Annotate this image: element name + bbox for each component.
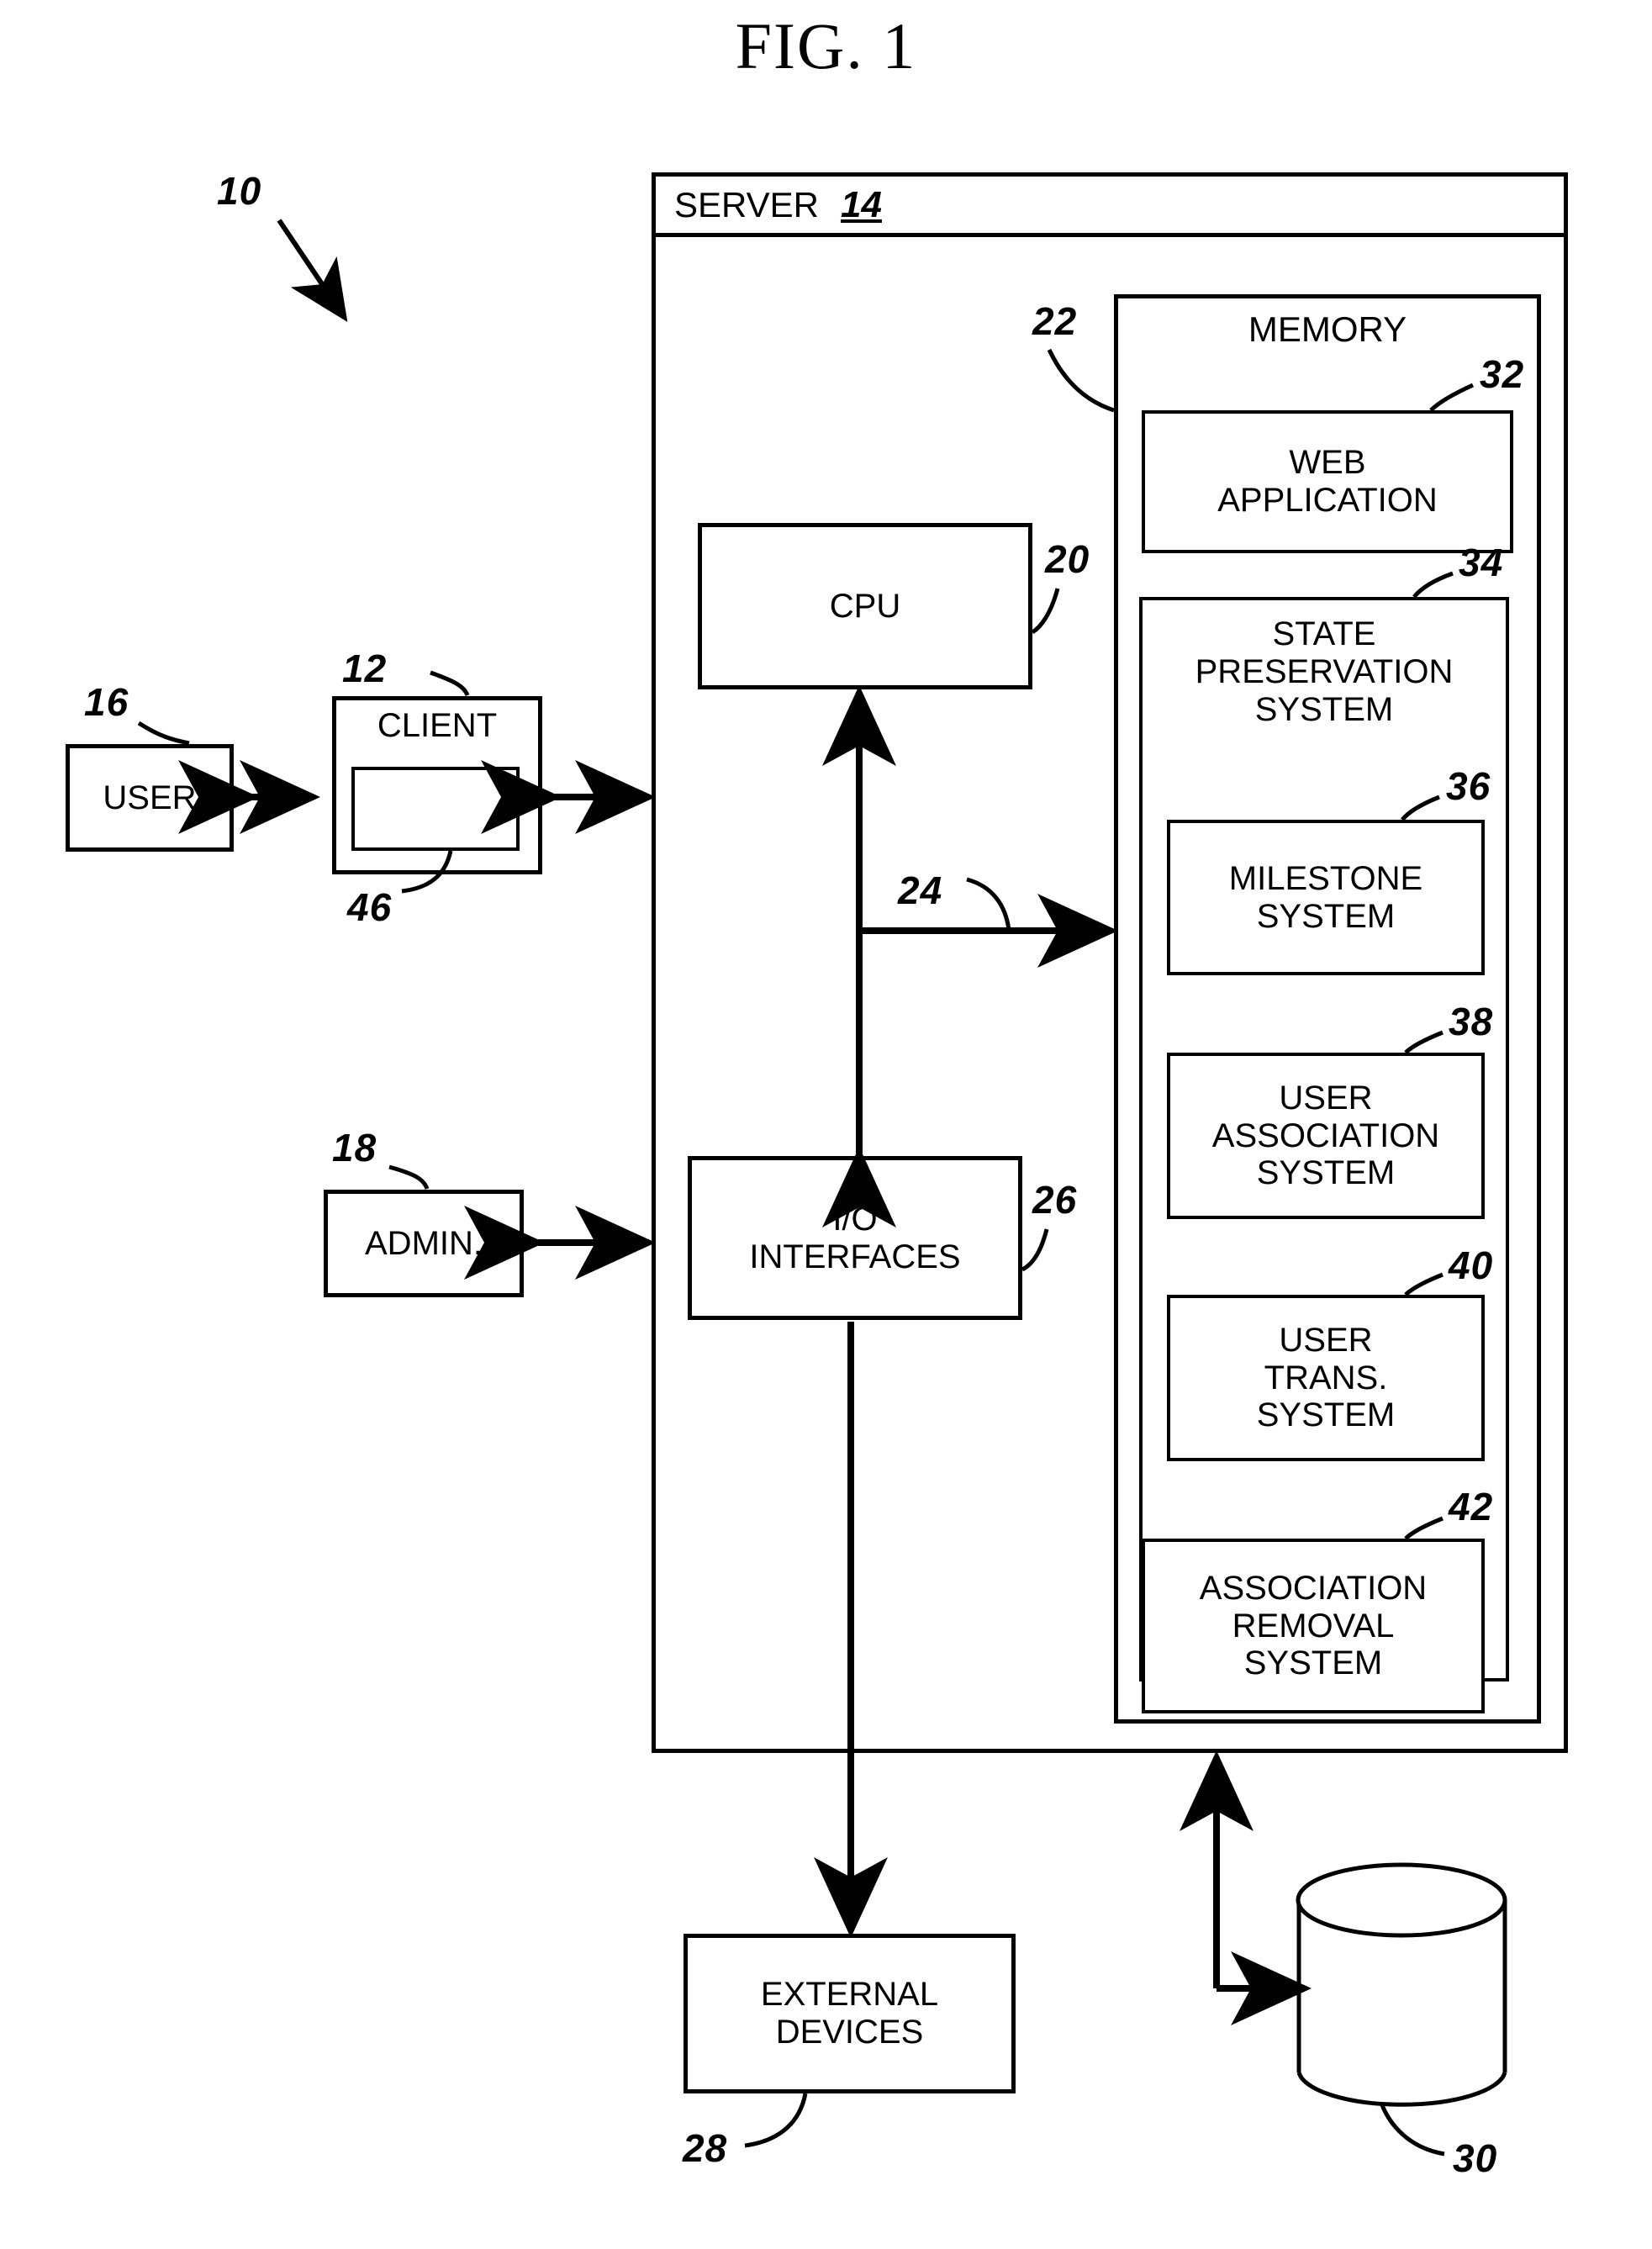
server-label: SERVER [674, 184, 819, 224]
ref-numeral-28: 28 [683, 2126, 728, 2170]
ref-numeral-42: 42 [1449, 1485, 1494, 1528]
leader-line-28 [744, 2093, 808, 2148]
memory-label: MEMORY [1248, 309, 1407, 349]
ref-numeral-38: 38 [1449, 1000, 1494, 1043]
ref-numeral-20: 20 [1045, 537, 1090, 581]
overall-system-leader-arrow [277, 219, 348, 322]
user-association-system-label: USER ASSOCIATION SYSTEM [1211, 1079, 1440, 1192]
user-label: USER [103, 779, 197, 816]
milestone-system-box: MILESTONE SYSTEM [1167, 820, 1485, 975]
user-box: USER [66, 744, 234, 852]
web-application-label: WEB APPLICATION [1217, 444, 1438, 519]
ref-numeral-18: 18 [332, 1126, 377, 1169]
milestone-system-label: MILESTONE SYSTEM [1228, 859, 1423, 935]
server-header: SERVER 14 [656, 177, 1564, 237]
user-trans-system-label: USER TRANS. SYSTEM [1256, 1321, 1396, 1434]
ref-numeral-30: 30 [1453, 2136, 1498, 2180]
ref-numeral-32: 32 [1480, 352, 1525, 396]
web-application-box: WEB APPLICATION [1142, 410, 1513, 553]
ref-numeral-46: 46 [347, 885, 393, 929]
ref-numeral-36: 36 [1446, 764, 1491, 808]
ref-numeral-16: 16 [84, 680, 129, 724]
ref-numeral-26: 26 [1032, 1178, 1078, 1222]
leader-line-30 [1376, 2094, 1445, 2157]
external-devices-label: EXTERNAL DEVICES [760, 1976, 939, 2051]
cpu-box: CPU [698, 523, 1032, 689]
ref-numeral-10: 10 [217, 169, 262, 213]
association-removal-system-box: ASSOCIATION REMOVAL SYSTEM [1142, 1539, 1485, 1713]
client-screen-box [351, 767, 520, 851]
ref-numeral-12: 12 [342, 647, 388, 690]
figure-title: FIG. 1 [735, 9, 917, 82]
ref-numeral-34: 34 [1459, 541, 1504, 584]
state-preservation-system-label: STATE PRESERVATION SYSTEM [1195, 615, 1454, 728]
leader-line-18 [388, 1164, 430, 1190]
ref-numeral-40: 40 [1449, 1243, 1494, 1287]
io-interfaces-box: I/O INTERFACES [688, 1156, 1022, 1320]
cpu-label: CPU [829, 587, 901, 625]
ref-numeral-24: 24 [898, 868, 943, 912]
admin-box: ADMIN. [324, 1190, 524, 1297]
user-association-system-box: USER ASSOCIATION SYSTEM [1167, 1053, 1485, 1219]
client-label: CLIENT [377, 707, 498, 744]
leader-line-12 [430, 670, 470, 697]
leader-line-16 [137, 721, 190, 746]
admin-label: ADMIN. [365, 1224, 483, 1262]
database-cylinder [1296, 1862, 1507, 2107]
io-interfaces-label: I/O INTERFACES [749, 1200, 961, 1275]
figure-canvas: FIG. 1 10 SERVER 14 MEMORY 22 WEB APPLIC… [0, 0, 1652, 2249]
user-trans-system-box: USER TRANS. SYSTEM [1167, 1295, 1485, 1461]
external-devices-box: EXTERNAL DEVICES [683, 1934, 1016, 2093]
ref-numeral-22: 22 [1032, 299, 1078, 343]
ref-numeral-14: 14 [840, 183, 882, 225]
association-removal-system-label: ASSOCIATION REMOVAL SYSTEM [1199, 1569, 1428, 1682]
